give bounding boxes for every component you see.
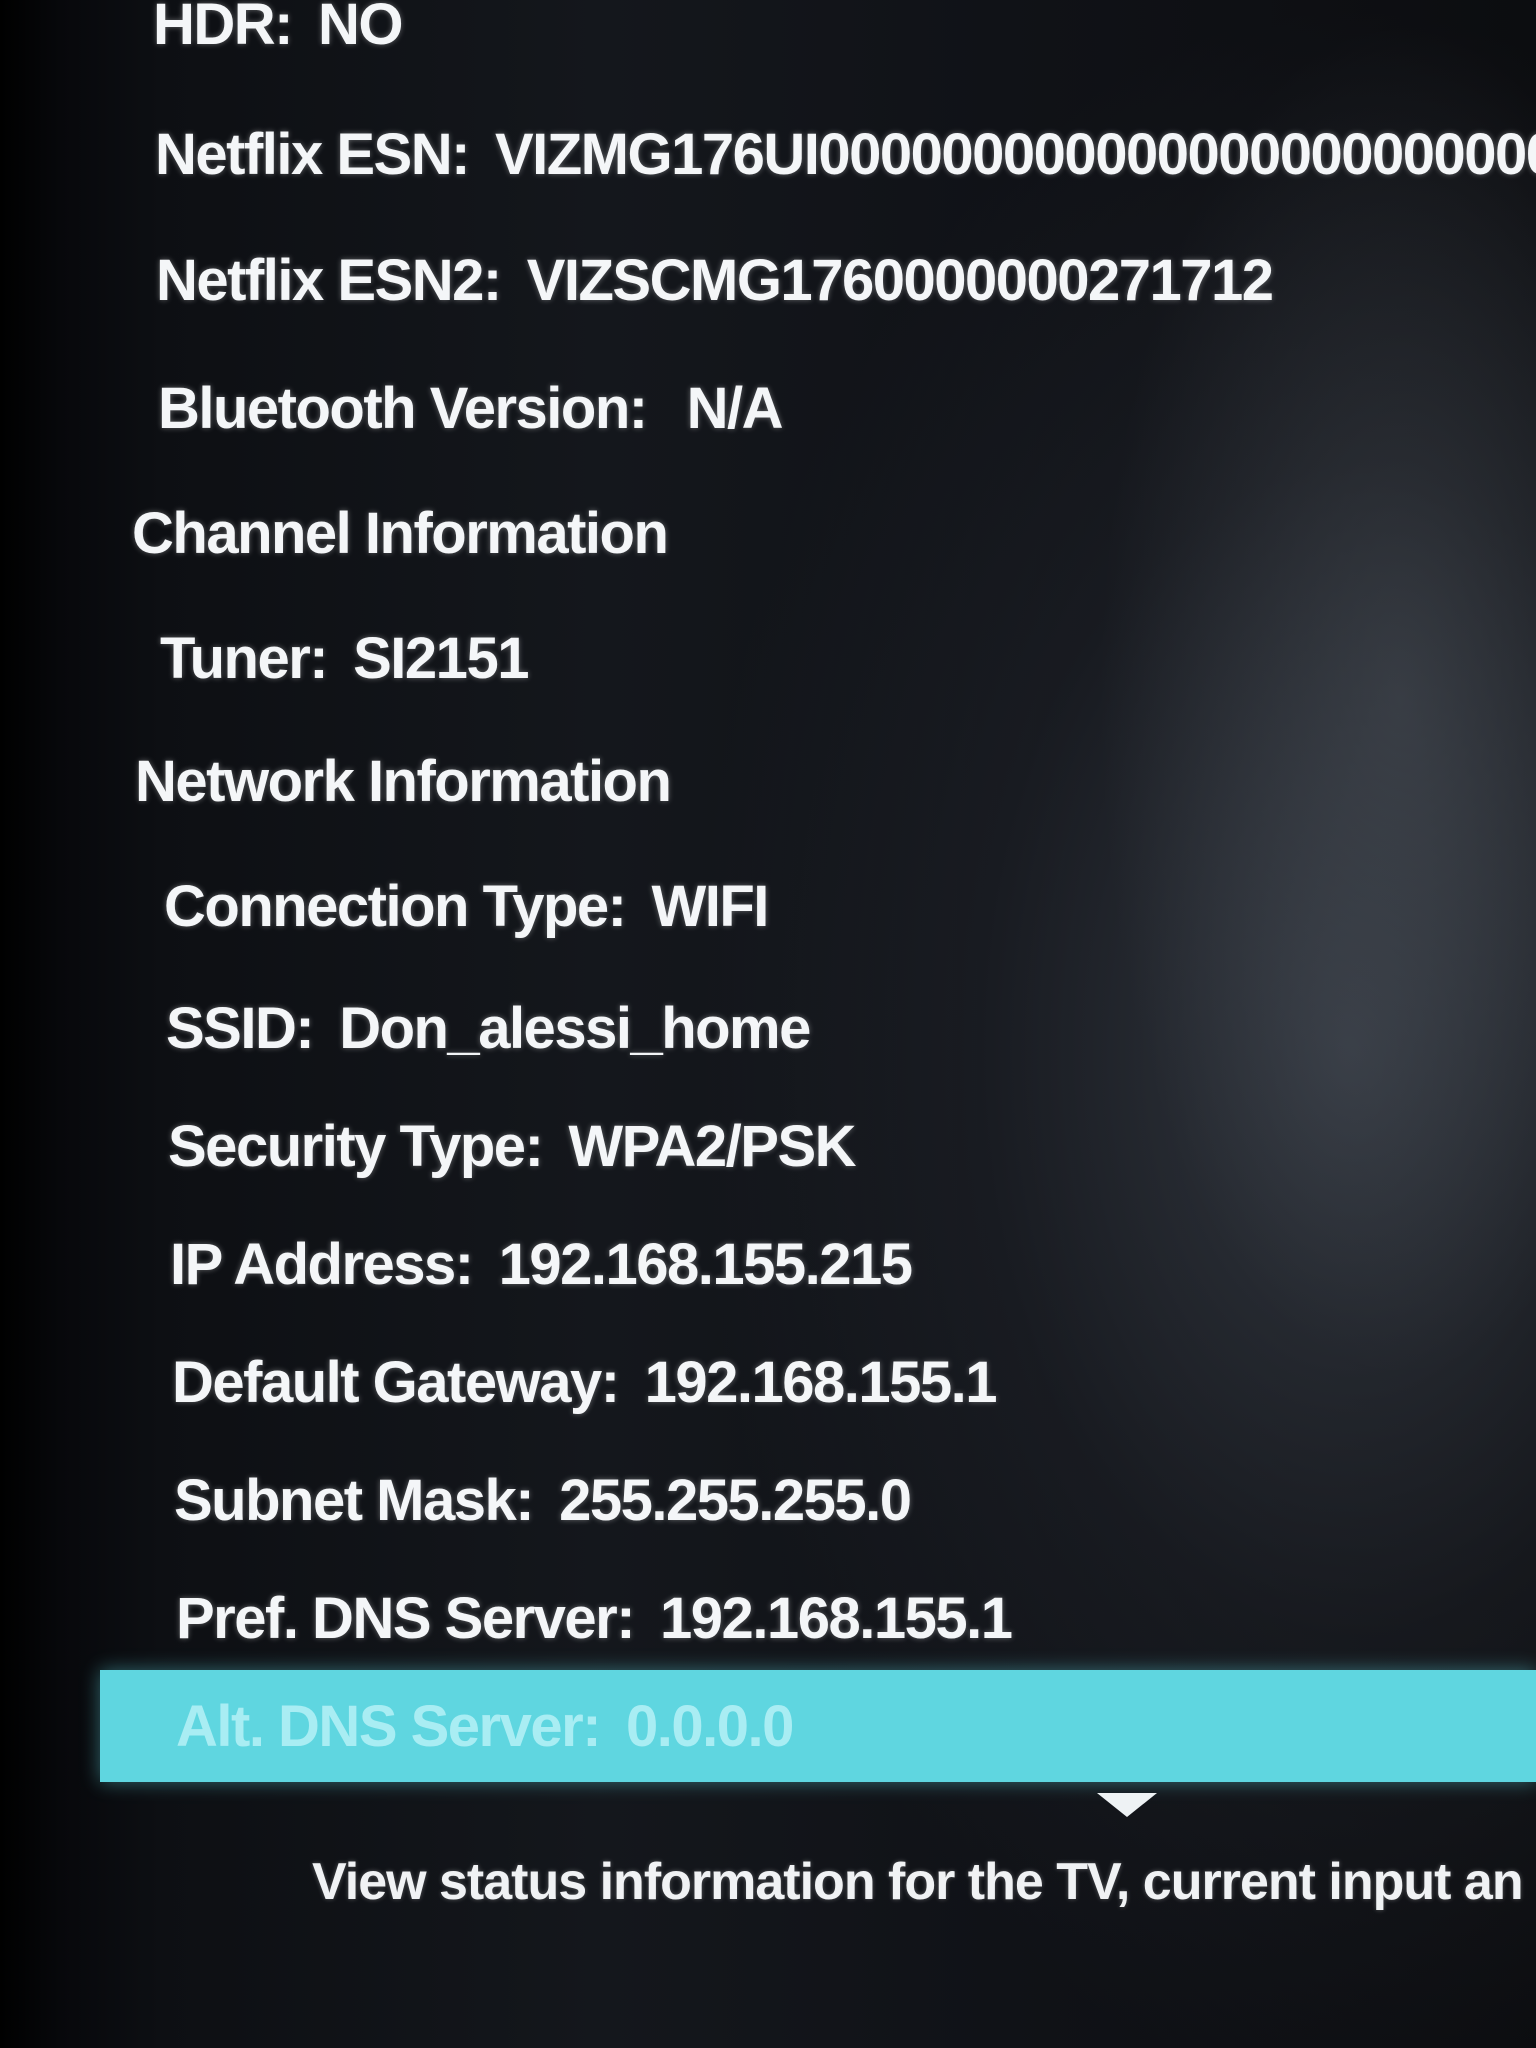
- pref-dns-server-row: Pref. DNS Server: 192.168.155.1: [176, 1590, 1013, 1648]
- alt-dns-server-row: Alt. DNS Server: 0.0.0.0: [176, 1698, 794, 1756]
- subnet-mask-row: Subnet Mask: 255.255.255.0: [174, 1472, 912, 1530]
- connection-type-value: WIFI: [651, 874, 769, 939]
- pref-dns-server-value: 192.168.155.1: [660, 1586, 1013, 1651]
- ssid-value: Don_alessi_home: [339, 996, 811, 1061]
- netflix-esn2-value: VIZSCMG1760000000271712: [526, 248, 1274, 313]
- bluetooth-version-row: Bluetooth Version: N/A: [158, 380, 783, 438]
- hdr-value: NO: [317, 0, 404, 57]
- system-information-screen: HDR: NO Netflix ESN: VIZMG176UI00000000000…: [0, 0, 1536, 2048]
- network-information-heading: Network Information: [135, 749, 672, 814]
- hdr-label: HDR:: [153, 0, 293, 57]
- security-type-label: Security Type:: [168, 1114, 544, 1179]
- subnet-mask-value: 255.255.255.0: [559, 1468, 912, 1533]
- ip-address-label: IP Address:: [170, 1232, 474, 1297]
- default-gateway-value: 192.168.155.1: [644, 1350, 998, 1415]
- ip-address-row: IP Address: 192.168.155.215: [170, 1236, 913, 1294]
- hdr-row: HDR: NO: [153, 0, 404, 57]
- alt-dns-server-row-selected[interactable]: Alt. DNS Server: 0.0.0.0: [100, 1670, 1536, 1782]
- tuner-label: Tuner:: [160, 626, 329, 691]
- default-gateway-label: Default Gateway:: [172, 1350, 620, 1415]
- netflix-esn-row: Netflix ESN: VIZMG176UI000000000000000000…: [155, 126, 1536, 184]
- alt-dns-server-label: Alt. DNS Server:: [176, 1694, 602, 1759]
- default-gateway-row: Default Gateway: 192.168.155.1: [172, 1354, 998, 1412]
- netflix-esn2-label: Netflix ESN2:: [156, 248, 502, 313]
- tuner-value: SI2151: [353, 626, 529, 691]
- subnet-mask-label: Subnet Mask:: [174, 1468, 535, 1533]
- channel-information-heading: Channel Information: [132, 501, 669, 566]
- connection-type-label: Connection Type:: [164, 874, 627, 939]
- tuner-row: Tuner: SI2151: [160, 630, 529, 688]
- pref-dns-server-label: Pref. DNS Server:: [176, 1586, 636, 1651]
- alt-dns-server-value: 0.0.0.0: [626, 1694, 794, 1759]
- help-description: View status information for the TV, curr…: [312, 1853, 1524, 1911]
- netflix-esn2-row: Netflix ESN2: VIZSCMG1760000000271712: [156, 252, 1274, 310]
- security-type-row: Security Type: WPA2/PSK: [168, 1118, 857, 1176]
- connection-type-row: Connection Type: WIFI: [164, 878, 769, 936]
- bluetooth-version-value: N/A: [686, 376, 784, 441]
- ssid-label: SSID:: [166, 996, 315, 1061]
- bluetooth-version-label: Bluetooth Version:: [158, 376, 648, 441]
- netflix-esn-label: Netflix ESN:: [155, 122, 470, 187]
- netflix-esn-value: VIZMG176UI000000000000000000000000: [494, 122, 1536, 187]
- chevron-down-icon[interactable]: [1097, 1793, 1157, 1817]
- ip-address-value: 192.168.155.215: [498, 1232, 913, 1297]
- ssid-row: SSID: Don_alessi_home: [166, 1000, 811, 1058]
- security-type-value: WPA2/PSK: [568, 1114, 856, 1179]
